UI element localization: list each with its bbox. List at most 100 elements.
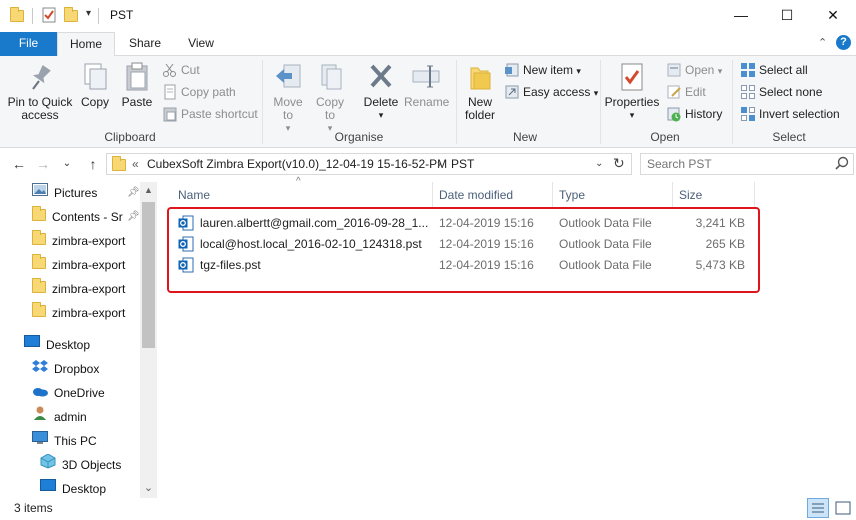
- select-all-label: Select all: [759, 63, 808, 77]
- edit-button[interactable]: Edit: [666, 83, 706, 101]
- column-header-size[interactable]: Size: [679, 182, 751, 208]
- nav-item-zimbra-export[interactable]: zimbra-export: [32, 278, 140, 300]
- history-button[interactable]: History: [666, 105, 722, 123]
- divider: [32, 8, 33, 24]
- column-header-name[interactable]: Name: [178, 182, 428, 208]
- delete-button[interactable]: Delete ▾: [360, 60, 402, 122]
- maximize-button[interactable]: ☐: [764, 0, 810, 31]
- column-divider[interactable]: [754, 182, 755, 208]
- scroll-up-icon[interactable]: ▲: [140, 182, 157, 198]
- forward-arrow-icon[interactable]: →: [32, 150, 54, 178]
- open-button[interactable]: Open ▾: [666, 61, 722, 79]
- tab-share[interactable]: Share: [118, 32, 172, 56]
- move-to-button[interactable]: Move to ▾: [268, 60, 308, 135]
- edit-icon: [666, 84, 682, 100]
- nav-item-desktop[interactable]: Desktop: [40, 478, 140, 498]
- close-button[interactable]: ✕: [810, 0, 856, 31]
- pc-icon: [32, 430, 48, 452]
- details-view-button[interactable]: [807, 498, 829, 518]
- dropdown-arrow-icon: ▾: [378, 110, 384, 120]
- rename-button[interactable]: Rename: [404, 60, 450, 109]
- nav-pane-scrollbar[interactable]: ▲ ⌄: [140, 182, 157, 498]
- paste-shortcut-label: Paste shortcut: [181, 107, 258, 121]
- address-dropdown-icon[interactable]: ⌄: [595, 158, 603, 169]
- group-divider: [456, 60, 457, 144]
- new-folder-button[interactable]: New folder: [460, 60, 500, 122]
- tab-file[interactable]: File: [0, 32, 57, 56]
- dropdown-arrow-icon: ▾: [576, 66, 581, 76]
- nav-item-label: zimbra-export: [52, 306, 126, 320]
- back-arrow-icon[interactable]: ←: [8, 150, 30, 178]
- nav-item-label: Desktop: [46, 338, 91, 352]
- paste-button[interactable]: Paste: [118, 60, 156, 109]
- nav-item-pictures[interactable]: Pictures: [32, 182, 140, 204]
- new-item-button[interactable]: New item ▾: [504, 61, 581, 79]
- search-box[interactable]: [640, 153, 854, 175]
- recent-locations-icon[interactable]: ⌄: [56, 150, 78, 178]
- help-icon[interactable]: ?: [836, 35, 851, 50]
- large-icons-view-button[interactable]: [833, 499, 853, 517]
- nav-item-label: zimbra-export: [52, 282, 126, 296]
- scroll-down-icon[interactable]: ⌄: [140, 480, 157, 496]
- address-overflow[interactable]: «: [132, 157, 139, 171]
- tab-view[interactable]: View: [174, 32, 228, 56]
- column-header-date-modified[interactable]: Date modified: [439, 182, 549, 208]
- refresh-icon[interactable]: ↻: [613, 155, 625, 172]
- copy-path-button[interactable]: Copy path: [162, 83, 236, 101]
- edit-label: Edit: [685, 85, 706, 99]
- rename-label: Rename: [404, 95, 450, 109]
- search-input[interactable]: [647, 156, 827, 172]
- properties-icon: [616, 62, 648, 92]
- nav-item-desktop[interactable]: Desktop: [24, 334, 140, 356]
- nav-item-onedrive[interactable]: OneDrive: [32, 382, 140, 404]
- properties-quick-access-icon[interactable]: [41, 7, 57, 23]
- status-bar: 3 items: [0, 498, 856, 520]
- collapse-ribbon-icon[interactable]: ⌃: [818, 36, 827, 49]
- new-folder-icon: [464, 62, 496, 92]
- copy-path-icon: [162, 84, 178, 100]
- pin-icon: [24, 62, 56, 92]
- scrollbar-thumb[interactable]: [142, 202, 155, 348]
- nav-item-3d-objects[interactable]: 3D Objects: [40, 454, 140, 476]
- nav-item-zimbra-export[interactable]: zimbra-export: [32, 302, 140, 324]
- new-item-icon: [504, 62, 520, 78]
- new-folder-label: New folder: [464, 95, 496, 122]
- column-divider[interactable]: [552, 182, 553, 208]
- copy-icon: [79, 62, 111, 92]
- properties-button[interactable]: Properties ▾: [604, 60, 660, 122]
- column-divider[interactable]: [432, 182, 433, 208]
- nav-item-zimbra-export[interactable]: zimbra-export: [32, 254, 140, 276]
- easy-access-button[interactable]: Easy access ▾: [504, 83, 598, 101]
- breadcrumb-segment[interactable]: CubexSoft Zimbra Export(v10.0)_12-04-19 …: [147, 157, 447, 171]
- select-all-button[interactable]: Select all: [740, 61, 808, 79]
- tab-home[interactable]: Home: [57, 32, 115, 57]
- nav-item-dropbox[interactable]: Dropbox: [32, 358, 140, 380]
- paste-shortcut-button[interactable]: Paste shortcut: [162, 105, 258, 123]
- pin-to-quick-access-button[interactable]: Pin to Quick access: [4, 60, 76, 122]
- copy-button[interactable]: Copy: [76, 60, 114, 109]
- open-label: Open: [685, 63, 715, 77]
- open-group-label: Open: [650, 130, 680, 144]
- nav-item-admin[interactable]: admin: [32, 406, 140, 428]
- delete-label: Delete: [363, 95, 399, 109]
- nav-item-zimbra-export[interactable]: zimbra-export: [32, 230, 140, 252]
- nav-item-label: Contents - Sr: [52, 210, 123, 224]
- select-none-button[interactable]: Select none: [740, 83, 822, 101]
- up-arrow-icon[interactable]: ↑: [82, 150, 104, 178]
- address-bar[interactable]: « CubexSoft Zimbra Export(v10.0)_12-04-1…: [106, 153, 632, 175]
- column-divider[interactable]: [672, 182, 673, 208]
- cut-button[interactable]: Cut: [162, 61, 200, 79]
- minimize-button[interactable]: —: [718, 0, 764, 31]
- nav-item-contents[interactable]: Contents - Sr: [32, 206, 140, 228]
- customize-quick-access-icon[interactable]: ▾: [86, 8, 91, 19]
- details-view-icon: [812, 503, 824, 513]
- rename-icon: [410, 62, 442, 92]
- column-header-type[interactable]: Type: [559, 182, 669, 208]
- invert-selection-button[interactable]: Invert selection: [740, 105, 840, 123]
- new-folder-quick-access-icon[interactable]: [64, 7, 80, 23]
- breadcrumb-segment[interactable]: PST: [451, 157, 474, 171]
- window-title: PST: [110, 8, 134, 22]
- nav-item-this-pc[interactable]: This PC: [32, 430, 140, 452]
- copy-to-button[interactable]: Copy to ▾: [310, 60, 350, 135]
- large-icons-view-icon: [835, 501, 851, 515]
